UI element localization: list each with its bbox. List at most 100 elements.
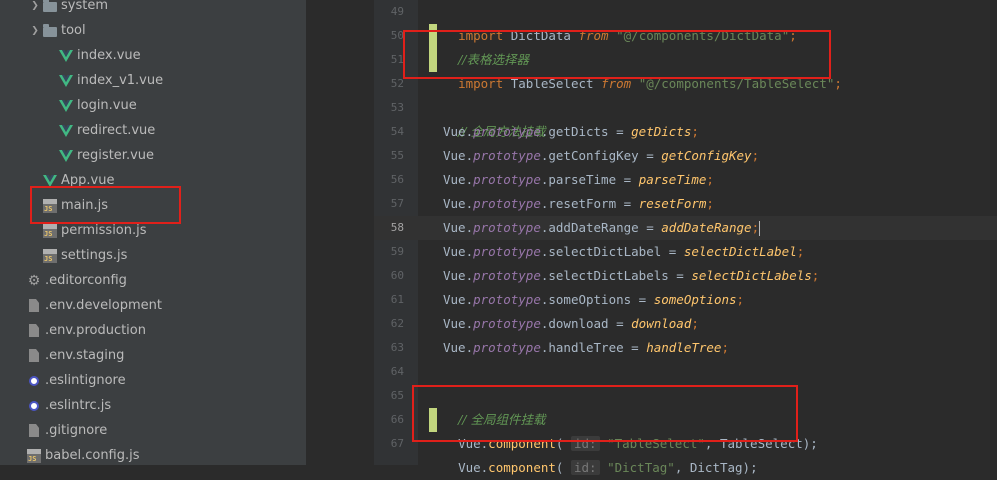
prototype-keyword: prototype (473, 316, 541, 331)
tree-item-register-vue[interactable]: register.vue (0, 143, 306, 168)
line-number: 53 (390, 101, 404, 114)
vue-file-icon (58, 123, 74, 139)
tree-item-label: login.vue (77, 98, 137, 113)
vue-file-icon (58, 98, 74, 114)
code-line-54: Vue.prototype.getDicts = getDicts; (443, 124, 699, 139)
line-number: 62 (390, 317, 404, 330)
function-ref: handleTree (646, 340, 722, 355)
tree-item-settings-js[interactable]: JS settings.js (0, 243, 306, 268)
line-number: 59 (390, 245, 404, 258)
prototype-keyword: prototype (473, 220, 541, 235)
code-line-49: import DictData from "@/components/DictD… (458, 28, 797, 43)
tree-item-gitignore[interactable]: .gitignore (0, 418, 306, 443)
code-line-57: Vue.prototype.resetForm = resetForm; (443, 196, 714, 211)
tree-item-label: .eslintignore (45, 373, 126, 388)
prototype-keyword: prototype (473, 340, 541, 355)
tree-item-label: index.vue (77, 48, 141, 63)
vue-file-icon (58, 73, 74, 89)
line-number: 66 (390, 413, 404, 426)
tree-item-label: tool (61, 23, 86, 38)
tree-item-env-staging[interactable]: .env.staging (0, 343, 306, 368)
tree-item-label: settings.js (61, 248, 128, 263)
tree-item-label: .gitignore (45, 423, 108, 438)
tree-item-system[interactable]: ❯ system (0, 0, 306, 18)
highlight-box-import (403, 30, 831, 79)
line-number: 63 (390, 341, 404, 354)
tree-item-label: .env.production (45, 323, 146, 338)
code-line-58: Vue.prototype.addDateRange = addDateRang… (443, 220, 761, 236)
tree-item-babel-config-js[interactable]: JS babel.config.js (0, 443, 306, 465)
code-line-60: Vue.prototype.selectDictLabels = selectD… (443, 268, 820, 283)
gear-icon: ⚙ (27, 272, 41, 289)
tree-item-label: .env.development (45, 298, 162, 313)
vue-file-icon (58, 148, 74, 164)
prototype-keyword: prototype (473, 196, 541, 211)
prototype-keyword: prototype (473, 172, 541, 187)
tree-item-env-production[interactable]: .env.production (0, 318, 306, 343)
tree-item-label: .env.staging (45, 348, 125, 363)
tree-item-eslintignore[interactable]: .eslintignore (0, 368, 306, 393)
js-file-icon: JS (26, 448, 42, 464)
tree-item-index-vue[interactable]: index.vue (0, 43, 306, 68)
tree-item-login-vue[interactable]: login.vue (0, 93, 306, 118)
prototype-keyword: prototype (473, 148, 541, 163)
file-icon (26, 423, 42, 439)
eslint-icon (26, 373, 42, 389)
code-line-56: Vue.prototype.parseTime = parseTime; (443, 172, 714, 187)
file-icon (26, 323, 42, 339)
line-number: 56 (390, 173, 404, 186)
tree-item-tool[interactable]: ❯ tool (0, 18, 306, 43)
highlight-box-component (412, 385, 798, 442)
code-line-63: Vue.prototype.handleTree = handleTree; (443, 340, 729, 355)
function-ref: download (631, 316, 692, 331)
function-ref: addDateRange (661, 220, 752, 235)
tree-item-label: index_v1.vue (77, 73, 164, 88)
js-file-icon: JS (42, 248, 58, 264)
tree-item-redirect-vue[interactable]: redirect.vue (0, 118, 306, 143)
highlight-box-main-js (30, 186, 181, 224)
function-ref: getConfigKey (661, 148, 752, 163)
tree-item-editorconfig[interactable]: ⚙ .editorconfig (0, 268, 306, 293)
chevron-right-icon[interactable]: ❯ (28, 1, 42, 11)
tree-item-label: redirect.vue (77, 123, 156, 138)
line-number: 65 (390, 389, 404, 402)
prototype-keyword: prototype (473, 292, 541, 307)
prototype-keyword: prototype (473, 244, 541, 259)
tree-item-label: .editorconfig (45, 273, 127, 288)
prototype-keyword: prototype (473, 268, 541, 283)
tree-item-label: register.vue (77, 148, 155, 163)
line-number: 51 (390, 53, 404, 66)
code-line-61: Vue.prototype.someOptions = someOptions; (443, 292, 745, 307)
file-icon (26, 348, 42, 364)
code-line-53: // 全局方法挂载 (443, 96, 545, 139)
line-number: 55 (390, 149, 404, 162)
line-number: 54 (390, 125, 404, 138)
line-number: 61 (390, 293, 404, 306)
folder-icon (42, 0, 58, 14)
prototype-keyword: prototype (473, 124, 541, 139)
line-number: 60 (390, 269, 404, 282)
method-component: component (488, 460, 556, 475)
line-number: 49 (390, 5, 404, 18)
tree-item-env-development[interactable]: .env.development (0, 293, 306, 318)
project-tree-panel: ❯ system ❯ tool index.vue index_v1.vue login.v… (0, 0, 306, 465)
line-number: 64 (390, 365, 404, 378)
tree-item-label: system (61, 0, 108, 13)
js-file-icon: JS (42, 223, 58, 239)
code-line-59: Vue.prototype.selectDictLabel = selectDi… (443, 244, 805, 259)
parameter-hint: id: (570, 460, 600, 475)
text-caret (759, 221, 761, 236)
tree-item-label: permission.js (61, 223, 147, 238)
function-ref: selectDictLabel (683, 244, 797, 259)
code-line-62: Vue.prototype.download = download; (443, 316, 699, 331)
line-number: 50 (390, 29, 404, 42)
tree-item-eslintrc-js[interactable]: .eslintrc.js (0, 393, 306, 418)
chevron-right-icon[interactable]: ❯ (28, 26, 42, 36)
line-number: 57 (390, 197, 404, 210)
function-ref: selectDictLabels (691, 268, 812, 283)
file-icon (26, 298, 42, 314)
eslint-icon (26, 398, 42, 414)
line-number: 58 (390, 221, 404, 234)
tree-item-label: babel.config.js (45, 448, 140, 463)
tree-item-index-v1-vue[interactable]: index_v1.vue (0, 68, 306, 93)
